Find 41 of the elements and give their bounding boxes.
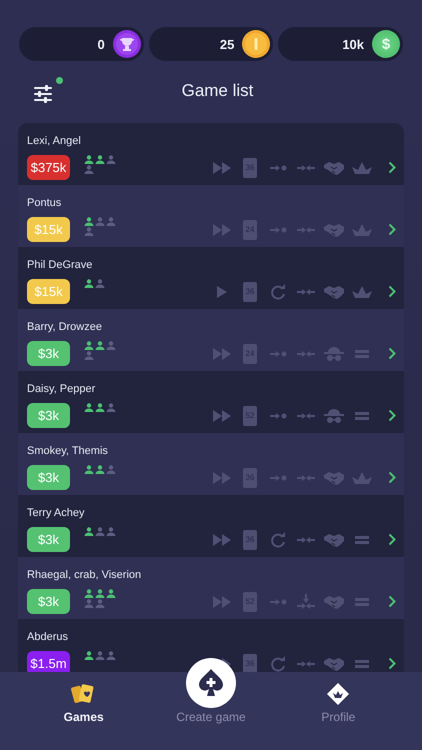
stake-label: $15k: [27, 279, 70, 304]
stake-label: $3k: [27, 341, 70, 366]
chevron-right-icon: [388, 409, 396, 422]
stake-label: $3k: [27, 465, 70, 490]
trophy-icon: [112, 30, 141, 58]
player-names: Terry Achey: [27, 507, 84, 520]
player-names: Lexi, Angel: [27, 135, 81, 148]
stake-label: $375k: [27, 155, 70, 180]
stake-label: $3k: [27, 589, 70, 614]
stake-label: $3k: [27, 403, 70, 428]
chevron-right-icon: [388, 595, 396, 608]
stake-label: $15k: [27, 217, 70, 242]
player-names: Rhaegal, crab, Viserion: [27, 569, 142, 582]
player-names: Barry, Drowzee: [27, 321, 102, 334]
player-names: Abderus: [27, 631, 68, 644]
spade-plus-icon: [196, 667, 226, 699]
chevron-right-icon: [388, 285, 396, 298]
nav-tab[interactable]: Profile: [274, 672, 402, 750]
player-names: Phil DeGrave: [27, 259, 92, 272]
nav-tab[interactable]: Create game: [147, 672, 275, 750]
balance-value: 25: [220, 36, 234, 52]
stake-label: $3k: [27, 527, 70, 552]
chevron-right-icon: [388, 223, 396, 236]
balance-value: 10k: [342, 36, 364, 52]
balance-value: 0: [97, 36, 105, 52]
player-names: Daisy, Pepper: [27, 383, 96, 396]
chevron-right-icon: [388, 161, 396, 174]
filter-button[interactable]: [33, 77, 63, 105]
diamond-crown-icon: [325, 682, 352, 706]
chevron-right-icon: [388, 347, 396, 360]
coin-icon: [242, 30, 270, 58]
dollar-coin-icon: $: [372, 30, 400, 58]
chevron-right-icon: [388, 657, 396, 670]
stake-label: $1.5m: [27, 651, 70, 672]
player-names: Pontus: [27, 197, 62, 210]
screen-title: Game list: [180, 81, 254, 101]
player-names: Smokey, Themis: [27, 445, 108, 458]
chevron-right-icon: [388, 533, 396, 546]
sliders-icon: [33, 84, 53, 104]
nav-tab[interactable]: Games: [20, 672, 148, 750]
chevron-right-icon: [388, 471, 396, 484]
